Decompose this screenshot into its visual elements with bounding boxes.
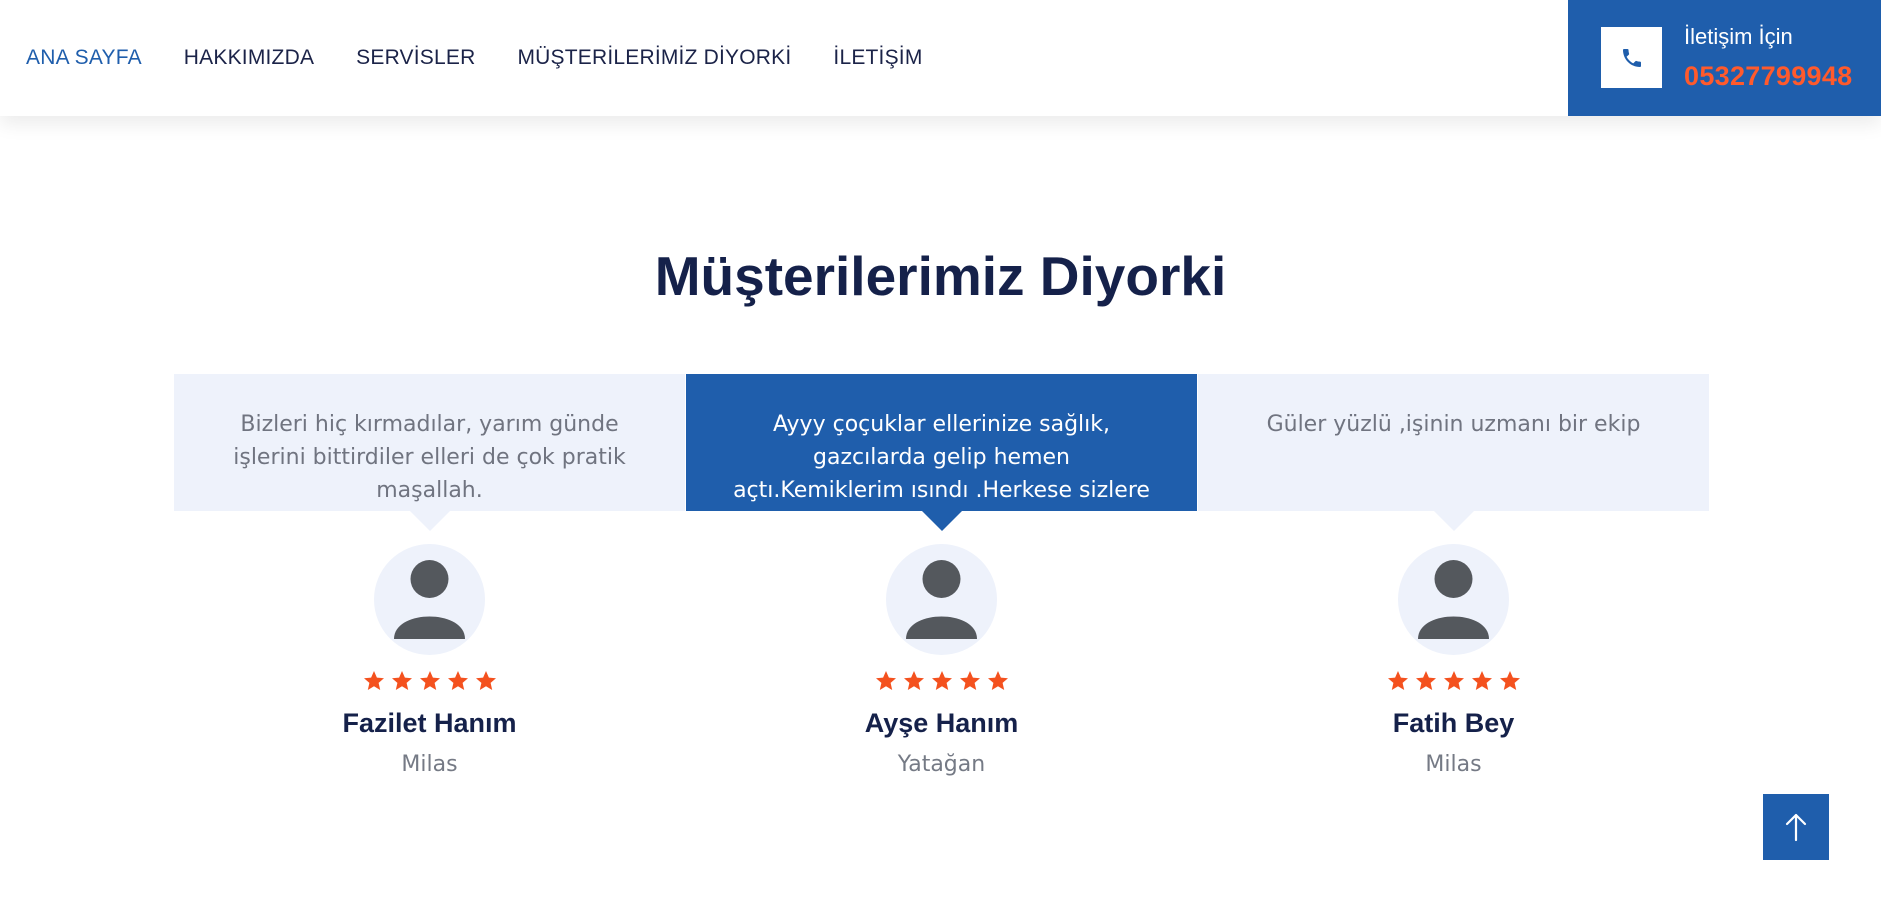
- user-avatar-icon: [1398, 544, 1509, 655]
- star-icon: [1443, 671, 1464, 690]
- phone-icon: [1622, 48, 1641, 67]
- quote-pointer: [922, 511, 962, 531]
- main-nav: ANA SAYFA HAKKIMIZDA SERVİSLER MÜŞTERİLE…: [26, 0, 965, 116]
- star-icon: [875, 671, 896, 690]
- testimonial-city: Milas: [401, 752, 458, 777]
- user-avatar-icon: [886, 544, 997, 655]
- star-icon: [1471, 671, 1492, 690]
- testimonial-card: Güler yüzlü ,işinin uzmanı bir ekip Fati…: [1198, 374, 1709, 777]
- star-icon: [447, 671, 468, 690]
- testimonial-name: Fatih Bey: [1392, 708, 1515, 738]
- quote-pointer: [410, 511, 450, 531]
- user-avatar-icon: [374, 544, 485, 655]
- testimonial-card: Ayyy çoçuklar ellerinize sağlık, gazcıla…: [686, 374, 1197, 777]
- star-rating: [174, 669, 685, 698]
- star-icon: [419, 671, 440, 690]
- contact-label: İletişim İçin: [1684, 24, 1793, 49]
- star-icon: [1415, 671, 1436, 690]
- nav-item-ana-sayfa[interactable]: ANA SAYFA: [26, 46, 142, 70]
- star-icon: [959, 671, 980, 690]
- testimonial-name: Ayşe Hanım: [864, 708, 1019, 738]
- testimonial-quote: Güler yüzlü ,işinin uzmanı bir ekip: [1198, 374, 1709, 511]
- star-rating: [1198, 669, 1709, 698]
- section-title: Müşterilerimiz Diyorki: [654, 245, 1227, 307]
- testimonial-city: Yatağan: [897, 752, 986, 777]
- star-icon: [1387, 671, 1408, 690]
- star-icon: [363, 671, 384, 690]
- star-icon: [391, 671, 412, 690]
- testimonial-quote: Bizleri hiç kırmadılar, yarım günde işle…: [174, 374, 685, 511]
- testimonial-city: Milas: [1425, 752, 1482, 777]
- star-icon: [903, 671, 924, 690]
- contact-phone-number[interactable]: 05327799948: [1684, 61, 1852, 92]
- nav-item-hakkimizda[interactable]: HAKKIMIZDA: [184, 46, 314, 70]
- site-header: ANA SAYFA HAKKIMIZDA SERVİSLER MÜŞTERİLE…: [0, 0, 1881, 116]
- scroll-to-top-button[interactable]: [1763, 794, 1829, 860]
- testimonial-name: Fazilet Hanım: [342, 708, 517, 738]
- star-icon: [1499, 671, 1520, 690]
- phone-icon-tile: [1601, 27, 1662, 88]
- star-rating: [686, 669, 1197, 698]
- contact-box[interactable]: İletişim İçin 05327799948: [1568, 0, 1881, 116]
- star-icon: [475, 671, 496, 690]
- nav-item-servisler[interactable]: SERVİSLER: [356, 46, 475, 70]
- nav-item-iletisim[interactable]: İLETİŞİM: [833, 46, 922, 70]
- quote-pointer: [1434, 511, 1474, 531]
- testimonial-card: Bizleri hiç kırmadılar, yarım günde işle…: [174, 374, 685, 777]
- star-icon: [931, 671, 952, 690]
- star-icon: [987, 671, 1008, 690]
- testimonials-list: Bizleri hiç kırmadılar, yarım günde işle…: [174, 374, 1709, 777]
- testimonial-quote: Ayyy çoçuklar ellerinize sağlık, gazcıla…: [686, 374, 1197, 536]
- arrow-up-icon: [1785, 813, 1807, 842]
- nav-item-musterilerimiz-diyorki[interactable]: MÜŞTERİLERİMİZ DİYORKİ: [517, 46, 791, 70]
